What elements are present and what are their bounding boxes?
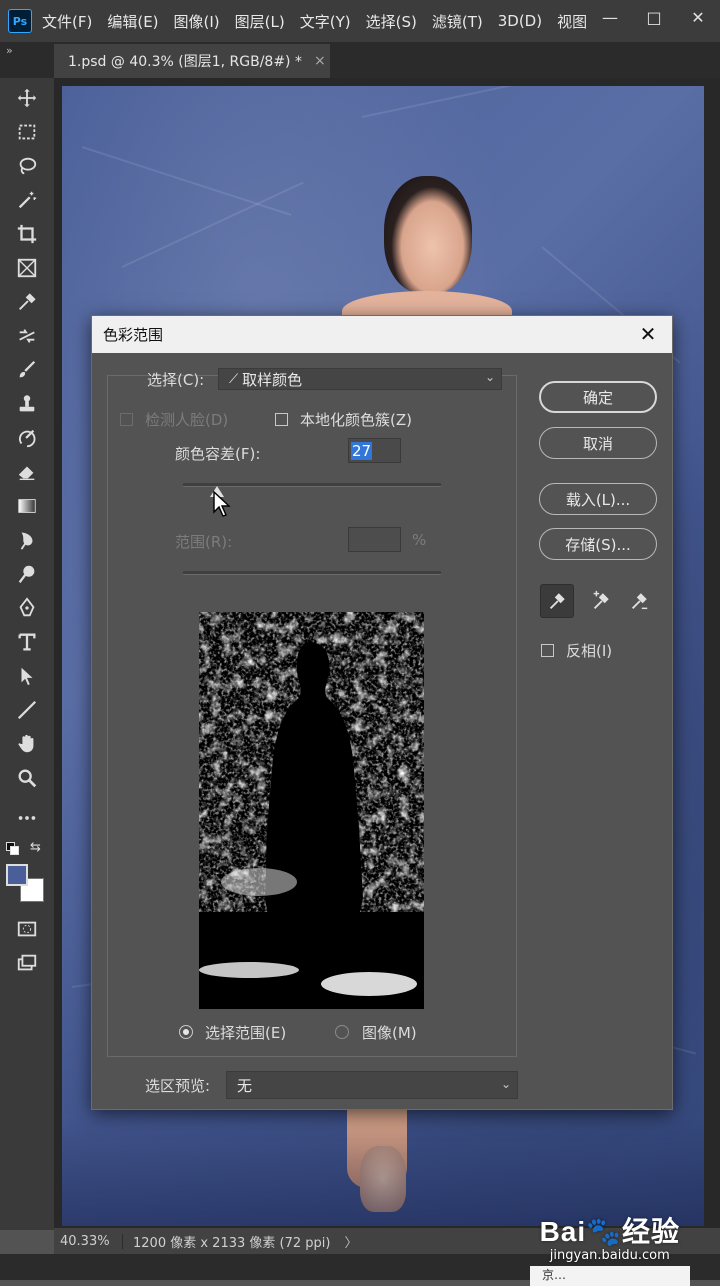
menu-image[interactable]: 图像(I): [174, 11, 220, 32]
invert-checkbox[interactable]: [541, 644, 554, 657]
image-radio[interactable]: [335, 1025, 349, 1039]
mouse-cursor-icon: [212, 490, 232, 522]
fuzziness-label: 颜色容差(F):: [175, 445, 261, 463]
window-controls: — □ ✕: [588, 0, 720, 34]
frame-icon[interactable]: [9, 253, 45, 283]
select-label: 选择(C):: [147, 371, 205, 389]
dialog-title: 色彩范围: [103, 326, 164, 344]
dodge-icon[interactable]: [9, 559, 45, 589]
tools-panel: ⇆: [0, 78, 54, 1230]
hand-icon[interactable]: [9, 729, 45, 759]
path-select-icon[interactable]: [9, 661, 45, 691]
menu-view[interactable]: 视图: [557, 11, 587, 32]
dialog-close-icon[interactable]: ✕: [636, 322, 660, 346]
select-dropdown-value: 取样颜色: [242, 370, 303, 389]
chevron-down-icon: ⌄: [484, 370, 495, 384]
selection-radio[interactable]: [179, 1025, 193, 1039]
more-icon[interactable]: [9, 803, 45, 833]
document-tab-title: 1.psd @ 40.3% (图层1, RGB/8#) *: [68, 54, 302, 70]
dialog-titlebar: 色彩范围 ✕: [92, 316, 672, 353]
baidu-logo: Bai🐾经验: [539, 1216, 680, 1247]
document-size: 1200 像素 x 2133 像素 (72 ppi): [133, 1235, 331, 1251]
range-slider[interactable]: [183, 571, 441, 575]
minimize-button[interactable]: —: [588, 0, 632, 34]
select-dropdown[interactable]: ⟋ 取样颜色 ⌄: [218, 368, 502, 390]
move-icon[interactable]: [9, 83, 45, 113]
status-menu-icon[interactable]: 〉: [344, 1232, 357, 1251]
fuzziness-input[interactable]: 27: [348, 438, 401, 463]
invert-label: 反相(I): [566, 642, 613, 660]
stamp-icon[interactable]: [9, 389, 45, 419]
zoom-icon[interactable]: [9, 763, 45, 793]
baidu-watermark: Bai🐾经验 jingyan.baidu.com: [540, 1210, 680, 1263]
localized-clusters-checkbox[interactable]: [275, 413, 288, 426]
range-label: 范围(R):: [175, 533, 233, 551]
load-button[interactable]: 载入(L)...: [539, 483, 657, 515]
localized-clusters-label: 本地化颜色簇(Z): [300, 411, 412, 429]
screen-mode-icon[interactable]: [9, 948, 45, 978]
menu-filter[interactable]: 滤镜(T): [432, 11, 483, 32]
eyedropper-icon[interactable]: [540, 584, 574, 618]
menu-bar: Ps 文件(F) 编辑(E) 图像(I) 图层(L) 文字(Y) 选择(S) 滤…: [0, 0, 720, 42]
selection-preview-value: 无: [237, 1076, 253, 1095]
menu-layer[interactable]: 图层(L): [235, 11, 285, 32]
quick-mask-icon[interactable]: [9, 914, 45, 944]
lasso-icon[interactable]: [9, 151, 45, 181]
gradient-icon[interactable]: [9, 491, 45, 521]
range-unit: %: [412, 531, 427, 549]
baidu-url: jingyan.baidu.com: [549, 1248, 670, 1263]
menu-select[interactable]: 选择(S): [366, 11, 417, 32]
line-icon[interactable]: [9, 695, 45, 725]
zoom-level[interactable]: 40.33%: [54, 1233, 123, 1249]
foreground-color-swatch[interactable]: [6, 864, 28, 886]
range-input[interactable]: [348, 527, 401, 552]
add-to-sample-eyedropper-icon[interactable]: [584, 584, 618, 618]
healing-icon[interactable]: [9, 321, 45, 351]
selection-preview-label: 选区预览:: [145, 1077, 211, 1095]
crop-icon[interactable]: [9, 219, 45, 249]
collapse-panel-icon[interactable]: »: [6, 44, 13, 57]
menu-type[interactable]: 文字(Y): [300, 11, 351, 32]
menu-3d[interactable]: 3D(D): [498, 12, 542, 30]
blur-icon[interactable]: [9, 525, 45, 555]
detect-faces-label: 检测人脸(D): [145, 411, 229, 429]
brush-icon[interactable]: [9, 355, 45, 385]
tab-close-icon[interactable]: ×: [314, 53, 326, 69]
type-icon[interactable]: [9, 627, 45, 657]
default-colors-icon[interactable]: [6, 842, 19, 855]
save-button[interactable]: 存储(S)...: [539, 528, 657, 560]
fuzziness-value: 27: [351, 441, 373, 460]
image-radio-label: 图像(M): [362, 1024, 417, 1042]
history-brush-icon[interactable]: [9, 423, 45, 453]
selection-radio-label: 选择范围(E): [205, 1024, 287, 1042]
restore-button[interactable]: □: [632, 0, 676, 34]
pen-icon[interactable]: [9, 593, 45, 623]
photoshop-logo: Ps: [8, 9, 32, 33]
swap-colors-icon[interactable]: ⇆: [30, 840, 41, 855]
close-window-button[interactable]: ✕: [676, 0, 720, 34]
woman-head: [384, 176, 472, 294]
menu-edit[interactable]: 编辑(E): [107, 11, 158, 32]
cancel-button[interactable]: 取消: [539, 427, 657, 459]
menu-file[interactable]: 文件(F): [42, 11, 92, 32]
magic-wand-icon[interactable]: [9, 185, 45, 215]
subtract-from-sample-eyedropper-icon[interactable]: [622, 584, 656, 618]
ok-button[interactable]: 确定: [539, 381, 657, 413]
detect-faces-checkbox[interactable]: [120, 413, 133, 426]
marquee-icon[interactable]: [9, 117, 45, 147]
selection-preview-dropdown[interactable]: 无 ⌄: [226, 1071, 518, 1099]
selection-preview[interactable]: [199, 612, 424, 1009]
eraser-icon[interactable]: [9, 457, 45, 487]
eyedropper-icon[interactable]: [9, 287, 45, 317]
color-range-dialog: 色彩范围 ✕ 选择(C): ⟋ 取样颜色 ⌄ 检测人脸(D) 本地化颜色簇(Z)…: [91, 315, 673, 1110]
chevron-down-icon: ⌄: [500, 1077, 511, 1091]
notification-toast[interactable]: 京…: [530, 1266, 690, 1286]
eyedropper-small-icon: ⟋: [229, 371, 239, 387]
document-tab[interactable]: 1.psd @ 40.3% (图层1, RGB/8#) * ×: [54, 44, 330, 78]
